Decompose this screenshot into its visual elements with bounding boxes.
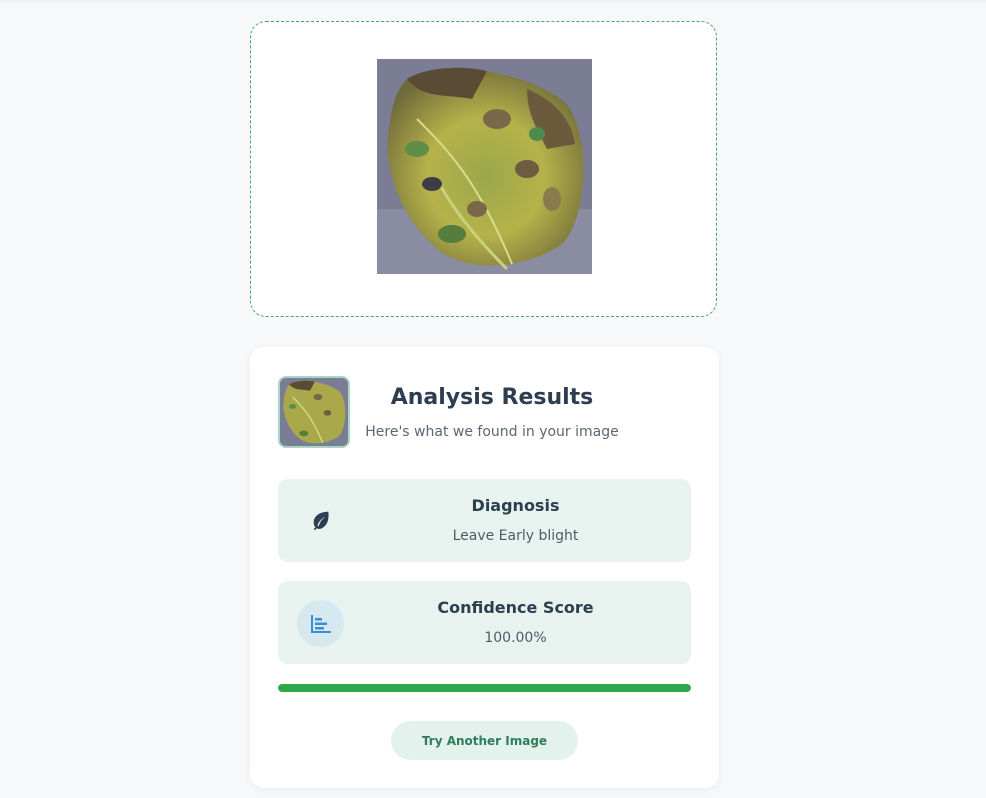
confidence-box: Confidence Score 100.00% <box>278 581 691 664</box>
try-another-image-button[interactable]: Try Another Image <box>391 721 578 760</box>
results-subtitle: Here's what we found in your image <box>365 424 619 440</box>
uploaded-leaf-image <box>377 59 592 274</box>
diagnosis-label: Diagnosis <box>471 496 560 515</box>
confidence-progress-fill <box>278 684 691 692</box>
diagnosis-value: Leave Early blight <box>452 528 579 544</box>
results-title: Analysis Results <box>390 385 594 410</box>
leaf-icon <box>297 496 344 543</box>
analysis-results-card: Analysis Results Here's what we found in… <box>250 347 719 788</box>
confidence-progress-bar <box>278 684 691 692</box>
bar-chart-icon <box>297 600 344 647</box>
result-thumbnail <box>278 376 350 448</box>
upload-preview-card[interactable] <box>250 21 717 317</box>
top-bar <box>0 0 986 4</box>
confidence-label: Confidence Score <box>437 598 594 617</box>
diagnosis-box: Diagnosis Leave Early blight <box>278 479 691 562</box>
confidence-value: 100.00% <box>484 630 547 646</box>
